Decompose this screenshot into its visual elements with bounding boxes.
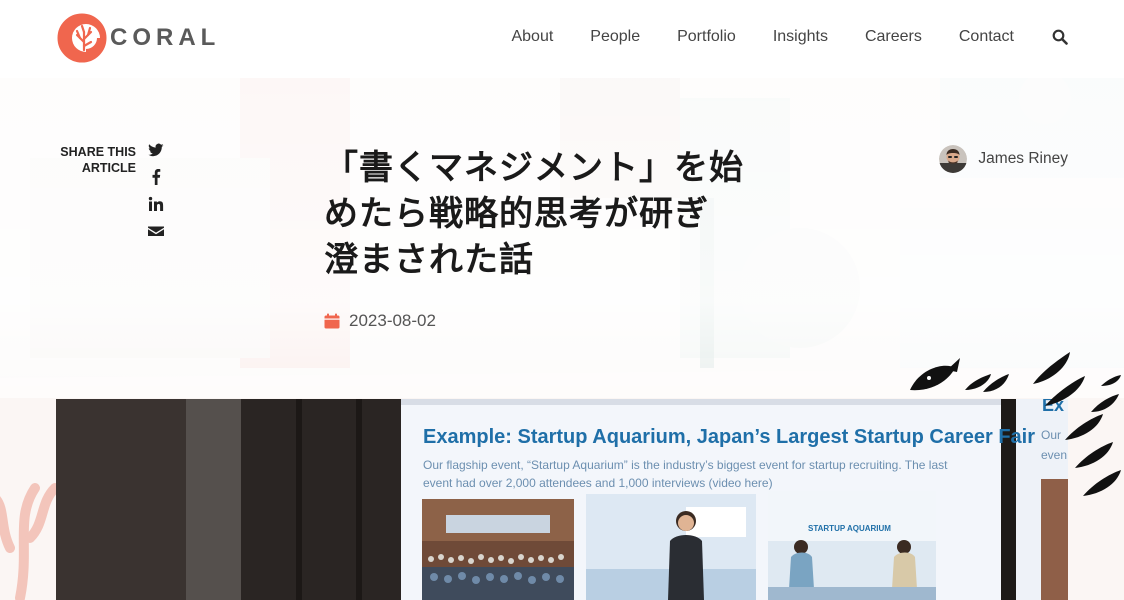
article-title-line3: 澄まされた話: [324, 240, 534, 280]
site-header: CORAL About People Portfolio Insights Ca…: [0, 0, 1124, 78]
logo-text: CORAL: [110, 24, 221, 51]
slide-body-line1: Our flagship event, “Startup Aquarium” i…: [423, 458, 948, 472]
fish-decoration: [910, 352, 1121, 496]
calendar-icon: [324, 313, 340, 329]
search-icon[interactable]: [1052, 29, 1068, 45]
article-date: 2023-08-02: [324, 311, 436, 331]
nav-item-careers[interactable]: Careers: [865, 28, 922, 46]
share-label-line1: SHARE THIS: [60, 145, 136, 159]
date-text: 2023-08-02: [349, 311, 436, 330]
nav-item-contact[interactable]: Contact: [959, 28, 1014, 46]
coral-logo[interactable]: CORAL: [56, 12, 220, 64]
article-title: 「書くマネジメント」を始 めたら戦略的思考が研ぎ 澄まされた話: [324, 145, 814, 283]
twitter-icon[interactable]: [148, 142, 164, 158]
share-icons: [148, 142, 166, 250]
facebook-icon[interactable]: [148, 169, 164, 185]
share-label-line2: ARTICLE: [81, 161, 136, 175]
main-nav: About People Portfolio Insights Careers …: [511, 28, 1068, 46]
author-avatar: [939, 145, 968, 173]
nav-item-insights[interactable]: Insights: [773, 28, 828, 46]
author-name: James Riney: [978, 150, 1068, 167]
nav-item-about[interactable]: About: [511, 28, 553, 46]
linkedin-icon[interactable]: [148, 196, 164, 212]
article-title-line1: 「書くマネジメント」を始: [324, 148, 744, 188]
nav-item-people[interactable]: People: [590, 28, 640, 46]
slide-photo-crowd: [422, 499, 574, 600]
author-link[interactable]: James Riney: [939, 145, 1068, 173]
email-icon[interactable]: [148, 223, 164, 239]
nav-item-portfolio[interactable]: Portfolio: [677, 28, 736, 46]
article-title-line2: めたら戦略的思考が研ぎ: [324, 194, 709, 234]
coral-logo-icon: [57, 13, 107, 63]
banner-text: STARTUP AQUARIUM: [808, 524, 891, 533]
share-label: SHARE THIS ARTICLE: [46, 144, 136, 176]
slide-body-line2: event had over 2,000 attendees and 1,000…: [423, 476, 773, 490]
slide-photo-speaker: [586, 494, 756, 600]
